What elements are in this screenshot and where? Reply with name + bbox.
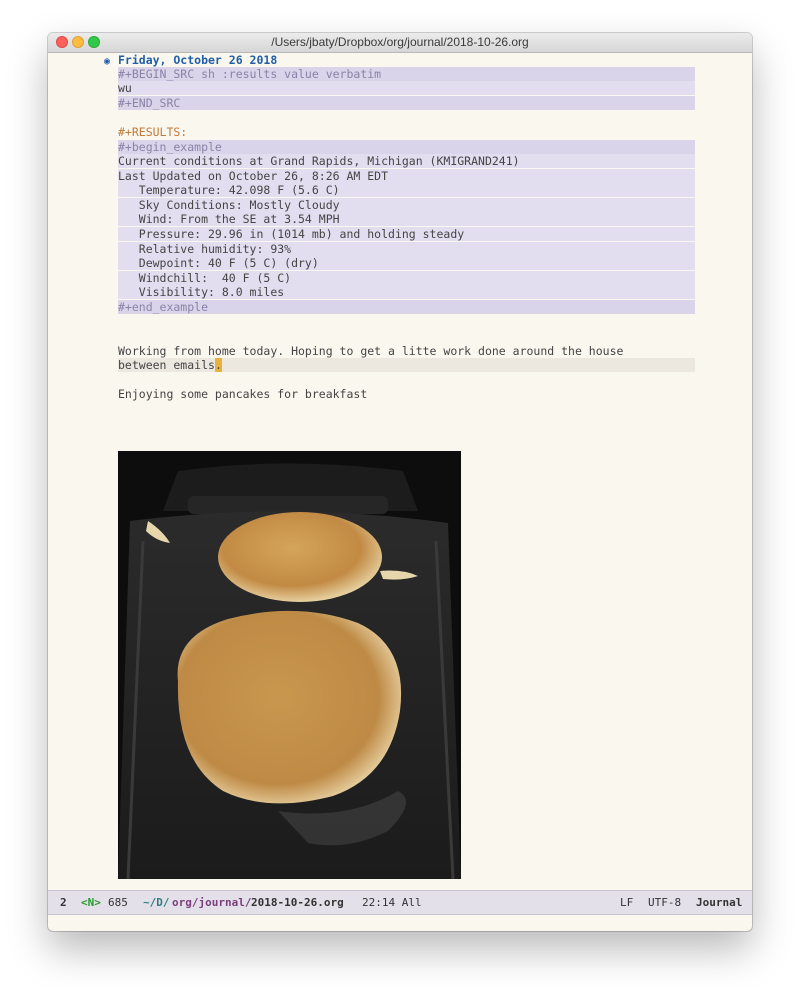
example-begin-line[interactable]: #+begin_example: [118, 140, 695, 154]
path-prefix: ~/D/: [143, 896, 170, 909]
eol-indicator: LF: [620, 896, 634, 909]
title-bar: /Users/jbaty/Dropbox/org/journal/2018-10…: [48, 33, 752, 53]
example-line[interactable]: Wind: From the SE at 3.54 MPH: [118, 212, 695, 226]
evil-state-indicator: <N>: [81, 896, 101, 909]
paragraph-line[interactable]: Working from home today. Hoping to get a…: [118, 344, 695, 358]
current-line[interactable]: between emails.: [118, 358, 695, 372]
paragraph-line[interactable]: Enjoying some pancakes for breakfast: [118, 387, 695, 401]
heading-bullet-icon: ◉: [104, 56, 111, 67]
example-line[interactable]: Windchill: 40 F (5 C): [118, 271, 695, 285]
src-body-line[interactable]: wu: [118, 81, 695, 95]
window-number: 2: [60, 896, 67, 909]
path-filename: 2018-10-26.org: [251, 896, 344, 909]
emacs-window: /Users/jbaty/Dropbox/org/journal/2018-10…: [48, 33, 752, 931]
example-line[interactable]: Relative humidity: 93%: [118, 242, 695, 256]
text-cursor: .: [214, 358, 222, 372]
editor-buffer[interactable]: ◉ Friday, October 26 2018 #+BEGIN_SRC sh…: [48, 53, 752, 907]
path-directory: org/journal/: [172, 896, 252, 909]
example-line[interactable]: Dewpoint: 40 F (5 C) (dry): [118, 256, 695, 270]
example-line[interactable]: Visibility: 8.0 miles: [118, 285, 695, 299]
results-label[interactable]: #+RESULTS:: [118, 125, 695, 139]
example-end-line[interactable]: #+end_example: [118, 300, 695, 314]
example-line[interactable]: Temperature: 42.098 F (5.6 C): [118, 183, 695, 197]
mode-line[interactable]: 2 <N> 685 ~/D/ org/journal/ 2018-10-26.o…: [48, 890, 752, 915]
journal-heading[interactable]: Friday, October 26 2018: [118, 53, 695, 67]
example-line[interactable]: Current conditions at Grand Rapids, Mich…: [118, 154, 695, 168]
encoding-indicator: UTF-8: [648, 896, 682, 909]
buffer-size: 685: [108, 896, 128, 909]
src-begin-line[interactable]: #+BEGIN_SRC sh :results value verbatim: [118, 67, 695, 81]
major-mode: Journal: [696, 896, 743, 909]
example-line[interactable]: Last Updated on October 26, 8:26 AM EDT: [118, 169, 695, 183]
paragraph-line: between emails: [118, 358, 215, 372]
example-line[interactable]: Pressure: 29.96 in (1014 mb) and holding…: [118, 227, 695, 241]
window-title: /Users/jbaty/Dropbox/org/journal/2018-10…: [271, 35, 529, 49]
pancakes-photo: [118, 451, 461, 879]
src-end-line[interactable]: #+END_SRC: [118, 96, 695, 110]
example-line[interactable]: Sky Conditions: Mostly Cloudy: [118, 198, 695, 212]
cursor-position: 22:14 All: [362, 896, 422, 909]
